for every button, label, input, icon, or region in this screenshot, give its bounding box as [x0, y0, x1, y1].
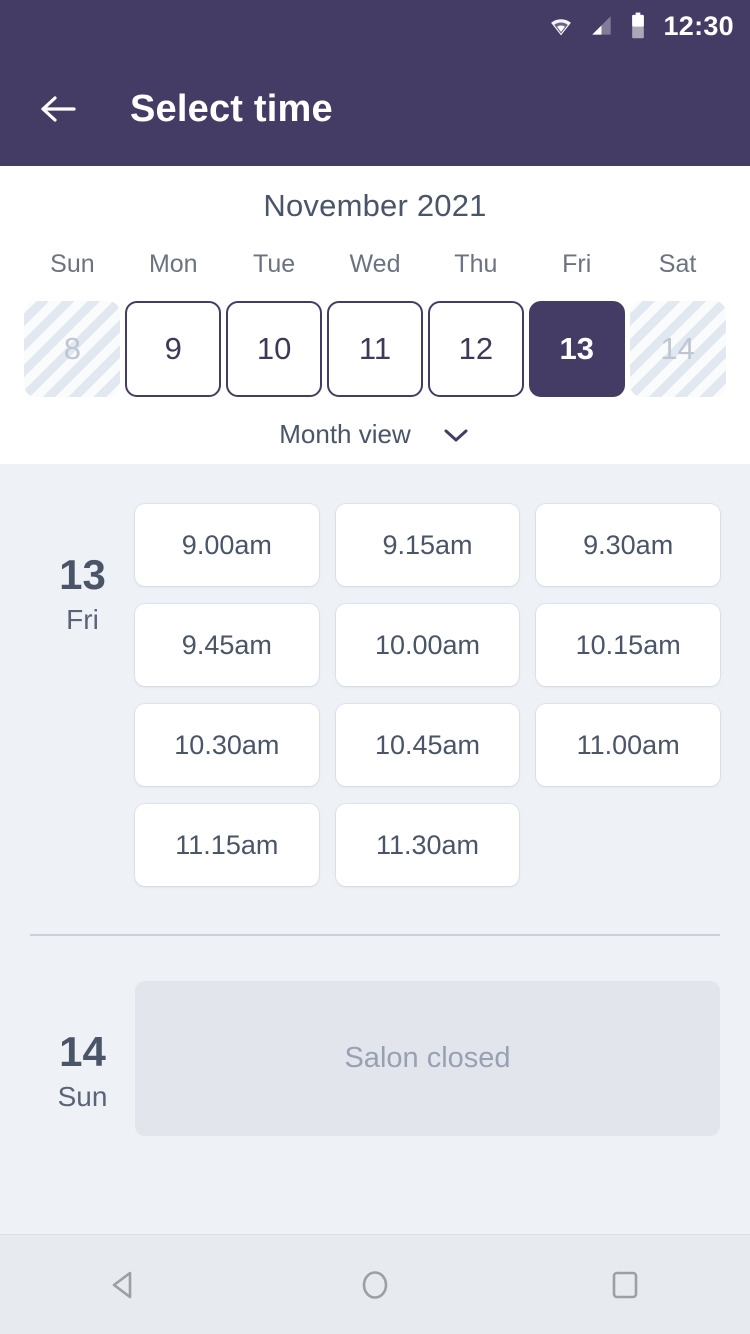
time-slot[interactable]: 10.45am: [335, 704, 520, 786]
day-label-13: 13 Fri: [30, 504, 135, 886]
calendar-day-12[interactable]: 12: [427, 301, 524, 397]
weekday-label-sat: Sat: [658, 250, 697, 278]
weekday-header-row: Sun Mon Tue Wed Thu Fri Sat: [0, 250, 750, 279]
schedule-area: 13 Fri 9.00am 9.15am 9.30am 9.45am 10.00…: [0, 464, 750, 1234]
calendar-day-10[interactable]: 10: [226, 301, 323, 397]
weekday-label-mon: Mon: [148, 250, 198, 278]
schedule-day-13: 13 Fri 9.00am 9.15am 9.30am 9.45am 10.00…: [0, 464, 750, 886]
time-slot[interactable]: 9.15am: [335, 504, 520, 586]
time-slot[interactable]: 11.15am: [135, 804, 319, 886]
cellular-signal-icon: [589, 13, 615, 39]
nav-back-button[interactable]: [65, 1235, 185, 1334]
weekday-label-fri: Fri: [562, 250, 592, 278]
day-cell-wrap: 9: [123, 301, 224, 397]
day-name: Sun: [57, 1081, 108, 1112]
month-view-label: Month view: [279, 419, 411, 449]
battery-icon: [629, 12, 647, 40]
wifi-icon: [547, 12, 575, 40]
calendar-panel: November 2021 Sun Mon Tue Wed Thu Fri Sa…: [0, 166, 750, 464]
square-recents-icon: [612, 1271, 638, 1298]
day-cell-wrap: 13: [526, 301, 627, 397]
calendar-day-9[interactable]: 9: [125, 301, 222, 397]
nav-home-button[interactable]: [315, 1235, 435, 1334]
month-view-toggle[interactable]: Month view: [0, 419, 750, 450]
arrow-left-icon: [41, 96, 76, 122]
calendar-day-14: 14: [629, 301, 726, 397]
status-bar-clock: 12:30: [663, 10, 734, 41]
time-slot[interactable]: 10.00am: [335, 604, 520, 686]
status-bar: 12:30: [0, 0, 750, 52]
nav-recents-button[interactable]: [565, 1235, 685, 1334]
weekday-label-thu: Thu: [454, 250, 498, 278]
day-cell-wrap: 14: [627, 301, 728, 397]
day-number: 14: [59, 1028, 106, 1075]
calendar-day-13-selected[interactable]: 13: [528, 301, 625, 397]
triangle-back-icon: [112, 1271, 132, 1298]
time-slot[interactable]: 9.45am: [135, 604, 319, 686]
android-nav-bar: [0, 1234, 750, 1334]
calendar-days-row: 8 9 10 11 12 13 14: [0, 301, 750, 397]
page-title: Select time: [130, 87, 333, 130]
weekday-label-sun: Sun: [50, 250, 95, 278]
back-button[interactable]: [30, 81, 86, 137]
time-slot[interactable]: 11.00am: [536, 704, 720, 786]
time-slot-grid: 9.00am 9.15am 9.30am 9.45am 10.00am 10.1…: [135, 504, 720, 886]
day-label-14: 14 Sun: [30, 981, 135, 1136]
circle-home-icon: [362, 1270, 388, 1299]
calendar-day-11[interactable]: 11: [326, 301, 423, 397]
chevron-down-icon: [444, 429, 468, 441]
app-screen: 12:30 Select time November 2021 Sun Mon …: [0, 0, 750, 1334]
time-slot[interactable]: 9.30am: [536, 504, 720, 586]
day-cell-wrap: 8: [22, 301, 123, 397]
day-cell-wrap: 12: [425, 301, 526, 397]
time-slot[interactable]: 10.30am: [135, 704, 319, 786]
day-cell-wrap: 11: [325, 301, 426, 397]
month-title: November 2021: [263, 188, 487, 223]
time-slot[interactable]: 11.30am: [335, 804, 520, 886]
day-cell-wrap: 10: [224, 301, 325, 397]
day-name: Fri: [66, 604, 99, 635]
weekday-label-wed: Wed: [349, 250, 401, 278]
weekday-label-tue: Tue: [253, 250, 296, 278]
schedule-day-14: 14 Sun Salon closed: [0, 936, 750, 1136]
time-slot[interactable]: 9.00am: [135, 504, 319, 586]
calendar-day-8: 8: [24, 301, 121, 397]
app-bar: Select time: [0, 52, 750, 166]
salon-closed-banner: Salon closed: [135, 981, 720, 1136]
time-slot[interactable]: 10.15am: [536, 604, 720, 686]
day-number: 13: [59, 551, 106, 598]
